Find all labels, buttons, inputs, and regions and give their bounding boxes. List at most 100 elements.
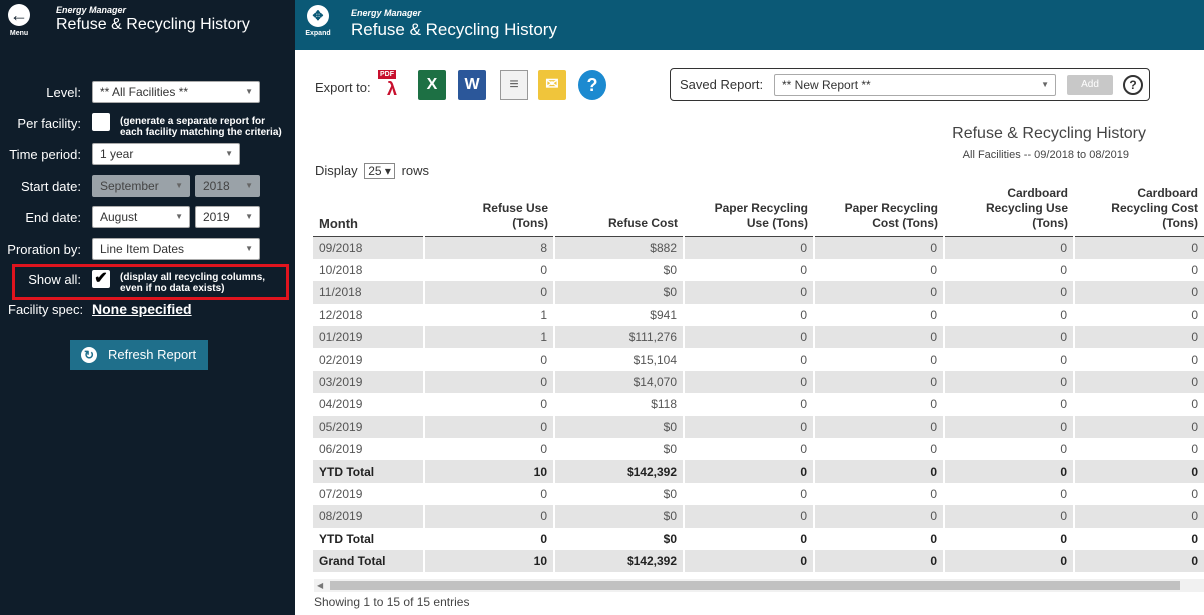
saved-report-label: Saved Report: xyxy=(680,77,764,92)
table-cell: 0 xyxy=(813,393,944,416)
table-cell: 0 xyxy=(683,348,814,371)
start-month-select[interactable]: September ▼ xyxy=(92,175,190,197)
column-header-line: Refuse Use xyxy=(482,201,548,215)
table-cell: 0 xyxy=(423,482,554,506)
table-row: 03/2019 0 $14,070 0 0 0 0 xyxy=(313,370,1204,394)
app-name: Energy Manager xyxy=(56,5,127,15)
table-cell: 0 xyxy=(683,415,814,439)
column-header[interactable]: Month xyxy=(313,186,424,237)
menu-button[interactable]: ← Menu xyxy=(6,4,32,37)
expand-label: Expand xyxy=(305,30,331,37)
table-cell: YTD Total xyxy=(313,527,424,550)
table-cell: 0 xyxy=(943,258,1074,282)
word-icon[interactable]: W xyxy=(458,70,486,100)
column-header[interactable]: Cardboard Recycling Use (Tons) xyxy=(944,186,1074,237)
table-cell: 0 xyxy=(1073,415,1204,439)
table-cell: $0 xyxy=(553,281,684,304)
table-cell: $0 xyxy=(553,438,684,461)
column-header[interactable]: Refuse Use (Tons) xyxy=(424,186,554,237)
table-cell: 08/2019 xyxy=(313,505,424,528)
display-prefix: Display xyxy=(315,163,358,178)
add-button[interactable]: Add xyxy=(1067,75,1113,95)
table-cell: 0 xyxy=(683,482,814,506)
facility-spec-link[interactable]: None specified xyxy=(92,301,192,317)
end-month-select[interactable]: August ▼ xyxy=(92,206,190,228)
excel-icon[interactable]: X xyxy=(418,70,446,100)
sidebar-header: ← Menu Energy Manager Refuse & Recycling… xyxy=(0,0,295,50)
show-all-checkbox[interactable]: ✔ xyxy=(92,270,110,288)
show-all-note: (display all recycling columns, even if … xyxy=(120,272,266,294)
per-facility-checkbox[interactable] xyxy=(92,113,110,131)
column-header[interactable]: Paper Recycling Use (Tons) xyxy=(684,186,814,237)
table-cell: 01/2019 xyxy=(313,326,424,349)
table-row: 07/2019 0 $0 0 0 0 0 xyxy=(313,482,1204,506)
text-icon[interactable]: ≡ xyxy=(500,70,528,100)
table-cell: 0 xyxy=(943,505,1074,528)
column-header-line: Refuse Cost xyxy=(607,216,678,230)
table-cell: 0 xyxy=(1073,258,1204,282)
time-period-select[interactable]: 1 year ▼ xyxy=(92,143,240,165)
email-icon[interactable]: ✉ xyxy=(538,70,566,100)
table-cell: 0 xyxy=(813,348,944,371)
table-cell: 0 xyxy=(423,438,554,461)
column-header[interactable]: Paper Recycling Cost (Tons) xyxy=(814,186,944,237)
saved-report-panel: Saved Report: ** New Report ** ▼ Add ? xyxy=(670,68,1150,101)
table-cell: $0 xyxy=(553,482,684,506)
table-cell: 0 xyxy=(943,393,1074,416)
per-facility-note: (generate a separate report for each fac… xyxy=(120,116,282,138)
expand-button[interactable]: ✥ Expand xyxy=(303,5,333,37)
per-facility-label: Per facility: xyxy=(17,116,81,131)
table-cell: 05/2019 xyxy=(313,415,424,439)
table-cell: 0 xyxy=(1073,460,1204,483)
start-month-value: September xyxy=(100,179,159,193)
scrollbar-thumb[interactable] xyxy=(330,581,1180,590)
table-cell: Grand Total xyxy=(313,549,424,573)
table-cell: 10 xyxy=(423,549,554,573)
pdf-label: PDF xyxy=(378,70,396,79)
end-year-select[interactable]: 2019 ▼ xyxy=(195,206,260,228)
level-select-value: ** All Facilities ** xyxy=(100,85,189,99)
refresh-report-button[interactable]: ↻ Refresh Report xyxy=(70,340,208,370)
level-select[interactable]: ** All Facilities ** ▼ xyxy=(92,81,260,103)
saved-report-value: ** New Report ** xyxy=(782,78,871,92)
table-cell: 0 xyxy=(683,236,814,259)
saved-report-select[interactable]: ** New Report ** ▼ xyxy=(774,74,1056,96)
horizontal-scrollbar[interactable]: ◀ xyxy=(314,579,1204,592)
menu-label: Menu xyxy=(9,30,29,37)
rows-per-page-select[interactable]: 25 ▾ xyxy=(364,163,395,179)
scroll-left-icon[interactable]: ◀ xyxy=(317,579,323,592)
table-cell: 0 xyxy=(1073,348,1204,371)
question-icon[interactable]: ? xyxy=(1123,75,1143,95)
column-header[interactable]: Refuse Cost xyxy=(554,186,684,237)
column-header-line: (Tons) xyxy=(1032,216,1068,230)
table-cell: 07/2019 xyxy=(313,482,424,506)
table-cell: $142,392 xyxy=(553,460,684,483)
proration-select[interactable]: Line Item Dates ▼ xyxy=(92,238,260,260)
entries-info: Showing 1 to 15 of 15 entries xyxy=(314,595,470,609)
help-icon[interactable]: ? xyxy=(578,70,606,100)
table-cell: 0 xyxy=(813,370,944,394)
table-cell: 0 xyxy=(943,348,1074,371)
table-cell: 0 xyxy=(683,281,814,304)
end-date-row: End date: August ▼ 2019 ▼ xyxy=(0,206,295,230)
display-rows-control: Display 25 ▾ rows xyxy=(315,163,429,179)
start-year-select[interactable]: 2018 ▼ xyxy=(195,175,260,197)
table-cell: 0 xyxy=(1073,527,1204,550)
table-cell: 0 xyxy=(1073,393,1204,416)
pdf-icon[interactable]: PDF λ xyxy=(378,70,406,100)
refresh-icon: ↻ xyxy=(81,347,97,363)
start-year-value: 2018 xyxy=(203,179,230,193)
table-cell: 06/2019 xyxy=(313,438,424,461)
column-header-line: Paper Recycling xyxy=(844,201,938,215)
table-cell: 0 xyxy=(943,527,1074,550)
table-cell: 0 xyxy=(423,527,554,550)
acrobat-glyph: λ xyxy=(386,79,397,99)
start-date-row: Start date: September ▼ 2018 ▼ xyxy=(0,175,295,199)
table-cell: 0 xyxy=(423,348,554,371)
column-header-line: Paper Recycling xyxy=(714,201,808,215)
table-cell: 0 xyxy=(683,370,814,394)
table-row: 05/2019 0 $0 0 0 0 0 xyxy=(313,415,1204,439)
end-date-label: End date: xyxy=(25,210,81,225)
total-row: YTD Total 10 $142,392 0 0 0 0 xyxy=(313,460,1204,483)
column-header[interactable]: Cardboard Recycling Cost (Tons) xyxy=(1074,186,1204,237)
